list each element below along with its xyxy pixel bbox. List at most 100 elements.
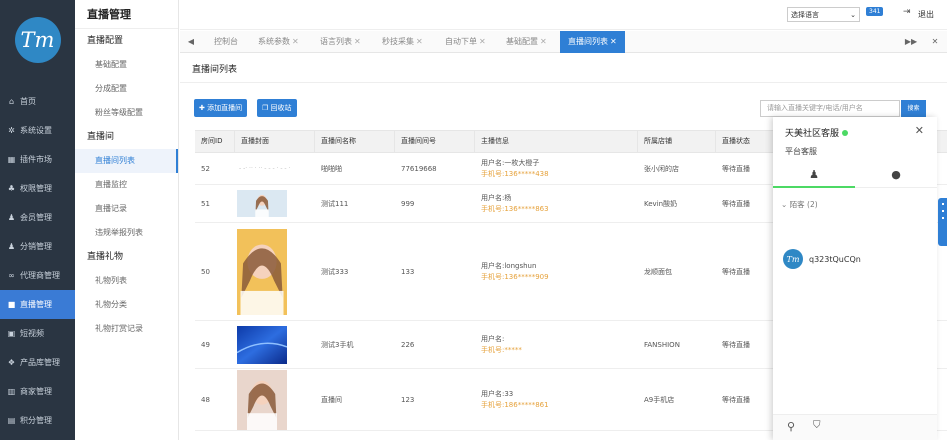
- nav-item-1[interactable]: ✲ 系统设置: [0, 116, 75, 145]
- tab-scroll-right-icon[interactable]: ▶▶: [902, 31, 920, 53]
- close-icon[interactable]: ✕: [354, 37, 361, 46]
- contact-group[interactable]: ⌄ 陌客 (2): [781, 199, 818, 210]
- nav-item-9[interactable]: ❖ 产品库管理: [0, 348, 75, 377]
- chat-tabs: ♟ ●: [773, 164, 937, 188]
- logout-button[interactable]: 退出: [918, 9, 934, 20]
- main-sidebar: Tm ⌂ 首页 ✲ 系统设置 ▦ 插件市场 ♣ 权限管理 ♟ 会员管理 ♟ 分销管理 ∞ 代理商管理 ■ 直播…: [0, 0, 75, 440]
- shirt-icon[interactable]: ⛉: [813, 420, 821, 431]
- language-select[interactable]: 选择语言 ⌄: [787, 7, 860, 22]
- host-username: 用户名:杨: [481, 193, 512, 202]
- nav-item-label: 代理商管理: [20, 271, 60, 280]
- nav-item-4[interactable]: ♟ 会员管理: [0, 203, 75, 232]
- nav-item-8[interactable]: ▣ 短视频: [0, 319, 75, 348]
- tab-1[interactable]: 系统参数 ✕: [258, 31, 299, 53]
- tab-6[interactable]: 直播间列表 ✕: [560, 31, 625, 53]
- submenu-item[interactable]: 基础配置: [75, 53, 178, 77]
- host-phone: 手机号:136*****909: [481, 272, 549, 281]
- contacts-tab[interactable]: ♟: [773, 164, 855, 188]
- room-number: 133: [401, 267, 415, 276]
- messages-tab[interactable]: ●: [855, 164, 937, 188]
- close-icon[interactable]: ✕: [915, 124, 924, 137]
- submenu-item[interactable]: 违规举报列表: [75, 221, 178, 245]
- close-icon[interactable]: ✕: [479, 37, 486, 46]
- recycle-bin-button[interactable]: ❐ 回收站: [257, 99, 297, 117]
- tab-scroll-left-icon[interactable]: ◀: [182, 31, 200, 53]
- video-icon: ■: [7, 300, 16, 309]
- submenu-group-label: 直播间: [87, 132, 115, 142]
- host-info: 用户名:33 手机号:186*****861: [475, 389, 638, 411]
- nav-item-0[interactable]: ⌂ 首页: [0, 87, 75, 116]
- submenu-item[interactable]: 分成配置: [75, 77, 178, 101]
- nav-item-6[interactable]: ∞ 代理商管理: [0, 261, 75, 290]
- nav-item-2[interactable]: ▦ 插件市场: [0, 145, 75, 174]
- close-icon[interactable]: ✕: [292, 37, 299, 46]
- room-id: 50: [201, 267, 210, 276]
- tab-5[interactable]: 基础配置 ✕: [506, 31, 547, 53]
- table-header-cell: 直播状态: [716, 130, 776, 153]
- tab-0[interactable]: 控制台: [214, 31, 238, 53]
- close-icon[interactable]: ✕: [610, 37, 617, 46]
- close-icon[interactable]: ✕: [540, 37, 547, 46]
- room-number: 123: [401, 395, 415, 404]
- contact-item[interactable]: Tm q323tQuCQn: [783, 249, 861, 269]
- tab-label: 自动下单: [445, 37, 477, 46]
- coin-icon: ▤: [7, 416, 16, 425]
- close-all-tabs-icon[interactable]: ✕: [926, 31, 944, 53]
- room-name[interactable]: 测试111: [315, 199, 395, 209]
- submenu-item[interactable]: 直播监控: [75, 173, 178, 197]
- side-drag-handle[interactable]: [938, 198, 947, 246]
- room-name[interactable]: 测试3手机: [315, 340, 395, 350]
- submenu-item[interactable]: 粉丝等级配置: [75, 101, 178, 125]
- close-icon[interactable]: ✕: [416, 37, 423, 46]
- recycle-bin-button-label: 回收站: [270, 104, 292, 112]
- tab-4[interactable]: 自动下单 ✕: [445, 31, 486, 53]
- bank-icon: ▥: [7, 387, 16, 396]
- nav-item-3[interactable]: ♣ 权限管理: [0, 174, 75, 203]
- sitemap-icon: ♣: [7, 184, 16, 193]
- main-nav: ⌂ 首页 ✲ 系统设置 ▦ 插件市场 ♣ 权限管理 ♟ 会员管理 ♟ 分销管理 ∞ 代理商管理 ■ 直播管理 ▣…: [0, 87, 75, 435]
- room-name[interactable]: 直播间: [315, 395, 395, 405]
- add-room-button[interactable]: ✚ 添加直播间: [194, 99, 248, 117]
- chat-bubble-icon: ●: [891, 168, 901, 181]
- shop-name: Kevin酸奶: [644, 199, 678, 208]
- room-name[interactable]: 测试333: [315, 267, 395, 277]
- logout-icon[interactable]: ⇥: [903, 7, 911, 17]
- search-icon[interactable]: ⚲: [787, 420, 795, 433]
- submenu-item[interactable]: 礼物分类: [75, 293, 178, 317]
- submenu-title: 直播管理: [75, 0, 178, 29]
- submenu-list: 直播配置 基础配置 分成配置 粉丝等级配置 直播间 直播间列表 直播监控 直播记录 违规举报列表…: [75, 29, 178, 341]
- copy-icon: ❐: [262, 104, 271, 112]
- chevron-down-icon: ⌄: [850, 10, 856, 19]
- submenu-item[interactable]: 礼物列表: [75, 269, 178, 293]
- table-header-cell: 直播封面: [235, 130, 315, 153]
- submenu-item[interactable]: 礼物打赏记录: [75, 317, 178, 341]
- nav-item-11[interactable]: ▤ 积分管理: [0, 406, 75, 435]
- tab-label: 系统参数: [258, 37, 290, 46]
- nav-item-10[interactable]: ▥ 商家管理: [0, 377, 75, 406]
- plugin-icon: ▦: [7, 155, 16, 164]
- app-logo[interactable]: Tm: [14, 17, 61, 63]
- nav-item-5[interactable]: ♟ 分销管理: [0, 232, 75, 261]
- plus-icon: ✚: [199, 104, 208, 112]
- online-status-dot: [842, 130, 849, 136]
- tab-2[interactable]: 语言列表 ✕: [320, 31, 361, 53]
- chevron-down-icon: ⌄: [781, 200, 790, 209]
- chat-footer: ⚲ ⛉: [773, 414, 937, 440]
- cover-image: [237, 190, 287, 217]
- cover-placeholder-text: - -· ·· · ·· - - - · - - ·: [239, 165, 291, 172]
- nav-item-label: 分销管理: [20, 242, 52, 251]
- nav-item-label: 权限管理: [20, 184, 52, 193]
- submenu-item[interactable]: 直播间列表: [75, 149, 178, 173]
- search-button[interactable]: 搜索: [901, 100, 926, 117]
- room-id: 51: [201, 199, 210, 208]
- room-name[interactable]: 啪啪啪: [315, 164, 395, 174]
- tab-3[interactable]: 秒技采集 ✕: [382, 31, 423, 53]
- search-input[interactable]: 请输入直播关键字/电话/用户名: [760, 100, 900, 117]
- nav-item-7[interactable]: ■ 直播管理: [0, 290, 75, 319]
- nav-item-label: 会员管理: [20, 213, 52, 222]
- submenu-item[interactable]: 直播记录: [75, 197, 178, 221]
- cover-cell: [235, 190, 315, 217]
- notification-badge[interactable]: 341: [866, 7, 884, 16]
- add-room-button-label: 添加直播间: [207, 104, 243, 112]
- chat-title-text: 天美社区客服: [785, 129, 840, 139]
